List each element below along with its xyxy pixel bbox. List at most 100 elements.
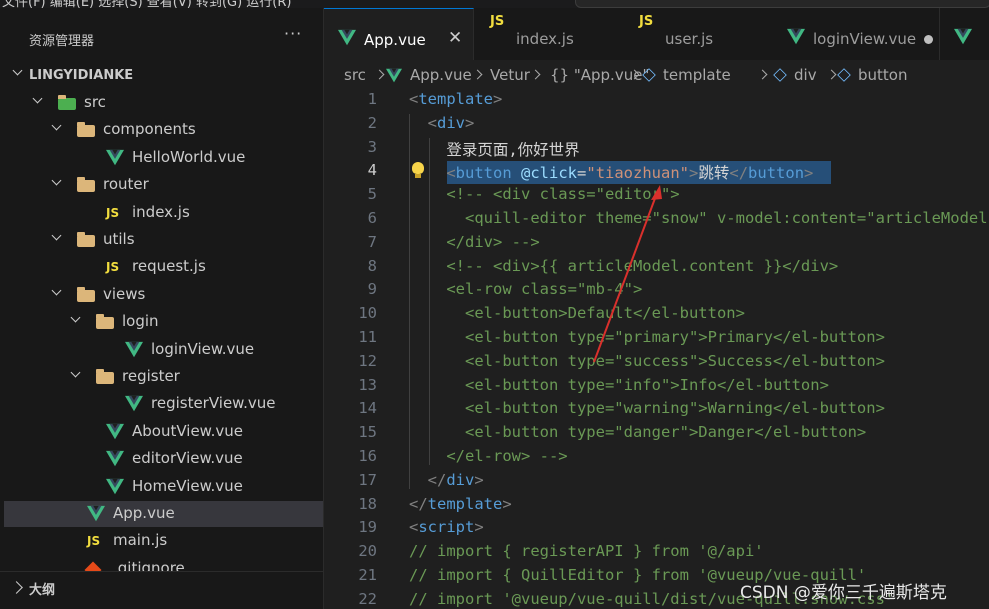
tree-item-index-js[interactable]: JS index.js bbox=[4, 200, 323, 226]
tab-overflow[interactable] bbox=[940, 8, 989, 60]
tree-item-label: components bbox=[103, 120, 196, 139]
chevron-right-icon bbox=[472, 69, 483, 80]
tab-loginview-vue[interactable]: loginView.vue bbox=[773, 8, 940, 60]
folder-icon bbox=[58, 95, 76, 110]
tab-label: index.js bbox=[516, 30, 574, 48]
tree-item-app-vue[interactable]: App.vue bbox=[4, 501, 323, 527]
code-editor[interactable]: 1 <template> 2 <div> 3 登录页面,你好世界 4 <button @… bbox=[324, 90, 989, 609]
folder-icon bbox=[96, 314, 114, 330]
annotation-arrow-head bbox=[651, 185, 662, 200]
chevron-down-icon bbox=[51, 232, 63, 244]
tree-item-helloworld-vue[interactable]: HelloWorld.vue bbox=[4, 145, 323, 171]
vue-file-icon bbox=[106, 450, 126, 468]
tree-item-label: views bbox=[103, 284, 146, 303]
unsaved-dot-icon[interactable] bbox=[924, 35, 933, 44]
tree-item-label: AboutView.vue bbox=[132, 421, 243, 440]
tree-item-editorview-vue[interactable]: editorView.vue bbox=[4, 446, 323, 472]
tree-item-registerview-vue[interactable]: registerView.vue bbox=[4, 391, 323, 417]
explorer-sidebar: 资源管理器 ··· LINGYIDIANKE src components Hell… bbox=[0, 8, 324, 609]
vue-icon bbox=[954, 28, 972, 50]
breadcrumb-item[interactable]: template bbox=[663, 66, 731, 84]
tree-item-label: login bbox=[122, 312, 159, 331]
breadcrumb-item[interactable]: src bbox=[344, 66, 366, 84]
tree-item-src[interactable]: src bbox=[4, 90, 323, 116]
chevron-down-icon bbox=[70, 369, 82, 381]
chevron-right-icon bbox=[826, 69, 837, 80]
vue-file-icon bbox=[125, 395, 145, 413]
command-center[interactable] bbox=[575, 0, 989, 8]
breadcrumb: src App.vue Vetur{} "App.vue" template div bu… bbox=[324, 60, 989, 90]
element-icon bbox=[773, 68, 787, 82]
vue-file-icon bbox=[106, 149, 126, 167]
tree-item-request-js[interactable]: JS request.js bbox=[4, 254, 323, 280]
tree-item-label: HomeView.vue bbox=[132, 476, 243, 495]
tree-item-main-js[interactable]: JS main.js bbox=[4, 528, 323, 554]
tree-item-label: request.js bbox=[132, 257, 206, 276]
chevron-down-icon bbox=[70, 314, 82, 326]
more-actions-icon[interactable]: ··· bbox=[284, 24, 302, 43]
vue-icon bbox=[787, 28, 805, 50]
js-file-icon: JS bbox=[106, 260, 120, 275]
tree-item-label: utils bbox=[103, 230, 135, 248]
vue-icon bbox=[386, 68, 402, 88]
chevron-right-icon bbox=[10, 581, 23, 594]
tree-item-utils[interactable]: utils bbox=[4, 227, 323, 253]
explorer-header: 资源管理器 ··· bbox=[0, 8, 323, 68]
tree-item-label: editorView.vue bbox=[132, 449, 243, 468]
tab-app-vue[interactable]: App.vue ✕ bbox=[324, 8, 474, 61]
breadcrumb-item[interactable]: button bbox=[858, 66, 907, 84]
annotation-arrow bbox=[593, 185, 662, 363]
outline-panel[interactable]: 大纲 bbox=[0, 571, 323, 609]
chevron-down-icon bbox=[51, 122, 63, 134]
chevron-down-icon bbox=[51, 177, 63, 189]
tree-item-label: register bbox=[122, 367, 180, 385]
explorer-title: 资源管理器 bbox=[29, 34, 95, 49]
chevron-right-icon bbox=[530, 69, 541, 80]
js-file-icon: JS bbox=[87, 534, 101, 549]
breadcrumb-item[interactable]: div bbox=[794, 66, 817, 84]
chevron-right-icon bbox=[757, 69, 768, 80]
tree-item-views[interactable]: views bbox=[4, 282, 323, 308]
vue-file-icon bbox=[106, 478, 126, 496]
breadcrumb-item[interactable]: Vetur bbox=[490, 66, 530, 84]
folder-icon bbox=[77, 122, 95, 138]
chevron-down-icon bbox=[51, 287, 63, 299]
vue-icon bbox=[338, 29, 356, 51]
tree-item-label: router bbox=[103, 175, 149, 194]
tree-item-label: HelloWorld.vue bbox=[132, 147, 246, 166]
tab-label: user.js bbox=[665, 30, 714, 48]
tree-item-aboutview-vue[interactable]: AboutView.vue bbox=[4, 419, 323, 445]
tab-index-js[interactable]: JS index.js bbox=[474, 8, 624, 60]
js-icon: JS bbox=[490, 14, 505, 29]
vue-file-icon bbox=[106, 423, 126, 441]
chevron-right-icon bbox=[374, 69, 385, 80]
close-icon[interactable]: ✕ bbox=[448, 28, 462, 48]
tree-item-label: index.js bbox=[132, 202, 190, 221]
tree-item-homeview-vue[interactable]: HomeView.vue bbox=[4, 474, 323, 500]
folder-icon bbox=[77, 177, 95, 193]
chevron-down-icon bbox=[12, 67, 24, 79]
js-icon: JS bbox=[639, 14, 654, 29]
tab-label: App.vue bbox=[364, 31, 426, 49]
project-root[interactable]: LINGYIDIANKE bbox=[4, 62, 323, 88]
vue-file-icon bbox=[125, 341, 145, 359]
watermark: CSDN @爱你三千遍斯塔克 bbox=[740, 583, 947, 603]
tree-item-label: App.vue bbox=[113, 504, 175, 522]
tree-item-label: main.js bbox=[113, 531, 168, 550]
tree-item-loginview-vue[interactable]: loginView.vue bbox=[4, 337, 323, 363]
annotation-arrow-line bbox=[593, 192, 658, 363]
element-icon bbox=[837, 68, 851, 82]
project-name: LINGYIDIANKE bbox=[29, 68, 134, 83]
folder-icon bbox=[77, 232, 95, 247]
tree-item-register[interactable]: register bbox=[4, 364, 323, 390]
tab-user-js[interactable]: JS user.js bbox=[623, 8, 774, 60]
tree-item-label: registerView.vue bbox=[151, 394, 276, 413]
tree-item-router[interactable]: router bbox=[4, 172, 323, 198]
tree-item-components[interactable]: components bbox=[4, 117, 323, 143]
breadcrumb-item[interactable]: App.vue bbox=[410, 66, 472, 84]
vue-file-icon bbox=[87, 505, 107, 523]
folder-icon bbox=[96, 369, 114, 384]
tree-item-login[interactable]: login bbox=[4, 309, 323, 335]
tab-bar: App.vue ✕ JS index.js JS user.js loginView.vue bbox=[324, 8, 989, 61]
tree-item-label: loginView.vue bbox=[151, 339, 255, 358]
